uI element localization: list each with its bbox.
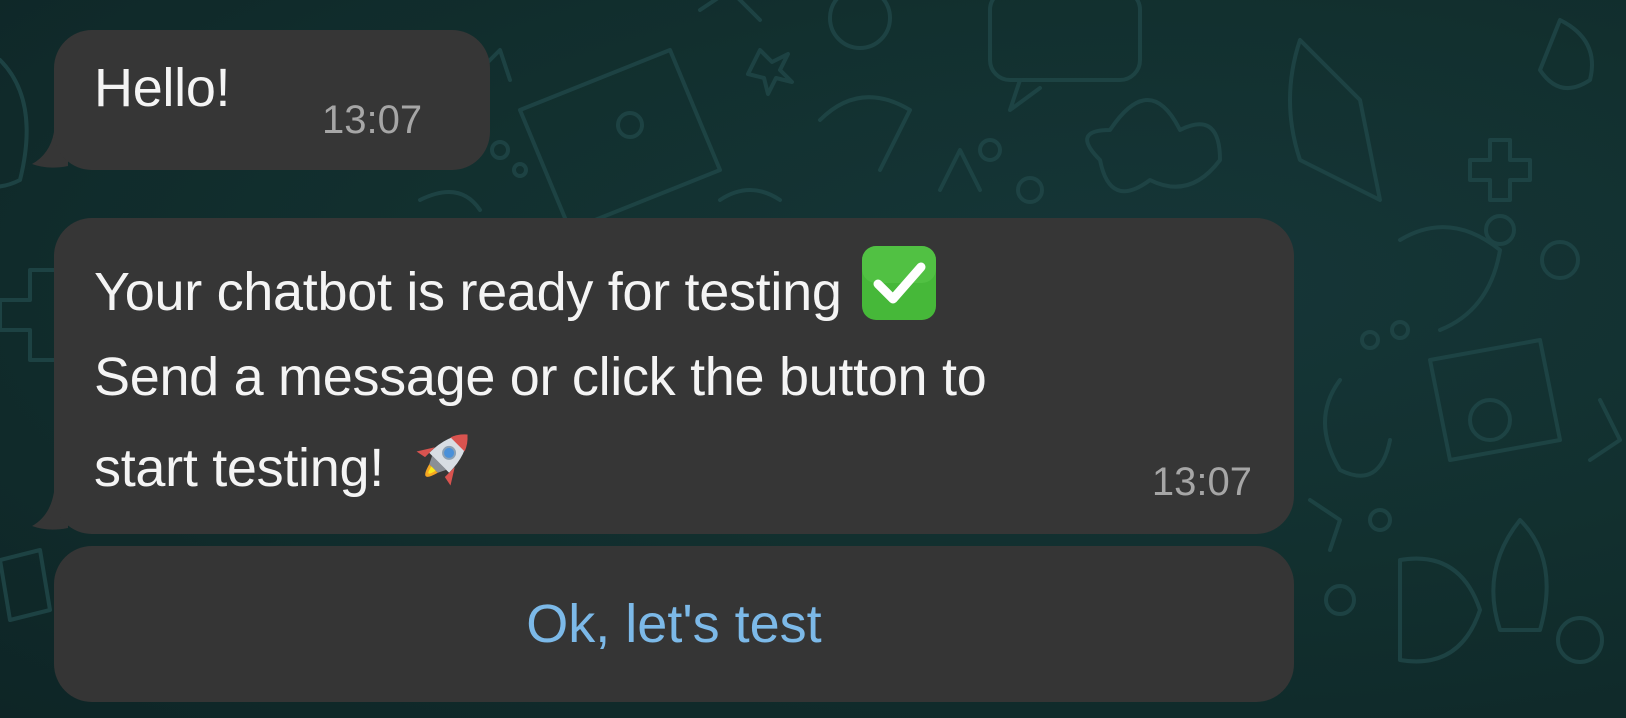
incoming-message-bubble[interactable]: Your chatbot is ready for testing Send a… [54,218,1294,534]
message-text: Hello! [94,58,231,118]
incoming-message-bubble[interactable]: Hello! 13:07 [54,30,490,170]
button-label: Ok, let's test [526,594,822,654]
check-mark-icon [861,246,936,320]
ok-lets-test-button[interactable]: Ok, let's test [54,546,1294,702]
message-text: Your chatbot is ready for testing Send a… [94,244,987,508]
message-line: Send a message or click the button to [94,347,987,407]
message-timestamp: 13:07 [322,98,423,142]
message-timestamp: 13:07 [1151,460,1252,504]
message-line: Your chatbot is ready for testing [94,244,986,332]
rocket-icon [416,434,468,486]
message-line: start testing! [94,420,986,508]
